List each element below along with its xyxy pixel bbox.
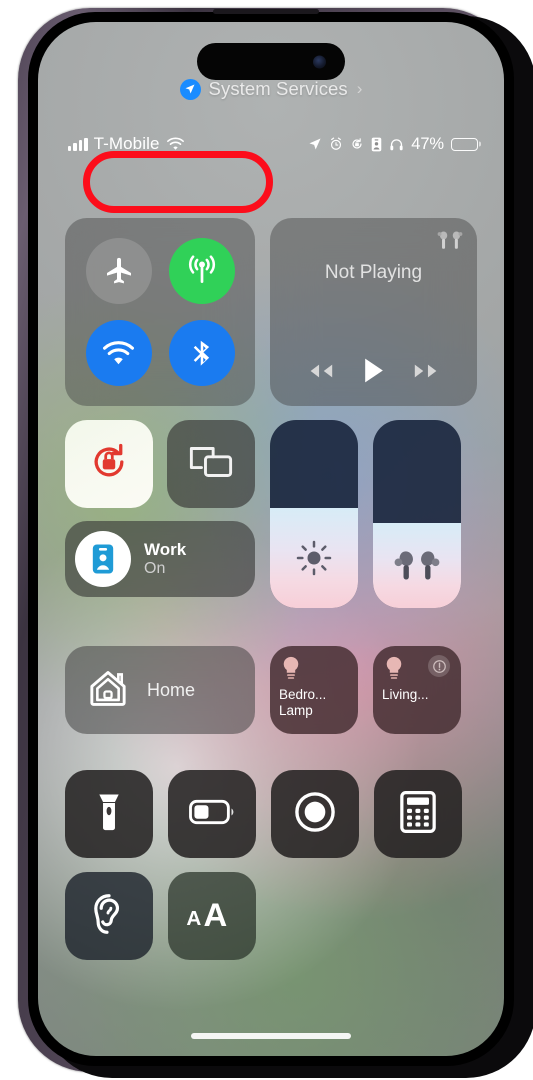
connectivity-module[interactable] bbox=[65, 218, 255, 406]
lightbulb-icon bbox=[383, 655, 405, 688]
hearing-button[interactable] bbox=[65, 872, 153, 960]
rewind-icon[interactable] bbox=[305, 361, 335, 381]
exclamation-icon bbox=[428, 655, 450, 677]
home-label: Home bbox=[147, 679, 196, 700]
rotation-lock-icon bbox=[87, 440, 131, 489]
light-tile-living[interactable]: Living... bbox=[373, 646, 461, 734]
focus-state: On bbox=[144, 559, 166, 577]
text-size-button[interactable]: A A bbox=[168, 872, 256, 960]
cellular-antenna-icon bbox=[185, 254, 219, 288]
earpiece-speaker bbox=[213, 9, 319, 14]
status-bar: T-Mobile 47% bbox=[38, 129, 504, 159]
cc-row-connectivity-media: Not Playing bbox=[65, 218, 477, 406]
media-player-module[interactable]: Not Playing bbox=[270, 218, 477, 406]
cc-row-accessibility: A A bbox=[65, 872, 477, 960]
screenshot-root: System Services › T-Mobile 47% Not Playi… bbox=[0, 0, 533, 1080]
headphones-icon bbox=[389, 137, 404, 152]
brightness-slider[interactable] bbox=[270, 420, 358, 608]
status-bar-left: T-Mobile bbox=[68, 134, 185, 154]
rotation-lock-icon bbox=[350, 137, 364, 151]
screen-mirroring-icon bbox=[188, 444, 234, 485]
airplane-icon bbox=[103, 255, 135, 287]
dynamic-island bbox=[197, 43, 345, 80]
home-icon bbox=[87, 667, 129, 714]
calculator-button[interactable] bbox=[374, 770, 462, 858]
system-services-label: System Services bbox=[208, 78, 348, 99]
media-controls bbox=[270, 357, 477, 384]
cellular-data-button[interactable] bbox=[168, 238, 235, 304]
battery-percent-label: 47% bbox=[411, 134, 444, 153]
hearing-ear-icon bbox=[89, 892, 129, 941]
light-name-line2: Lamp bbox=[279, 703, 313, 719]
svg-text:A: A bbox=[203, 896, 227, 933]
front-camera-icon bbox=[313, 55, 326, 68]
volume-slider[interactable] bbox=[373, 420, 461, 608]
wifi-button[interactable] bbox=[85, 320, 152, 386]
play-icon[interactable] bbox=[362, 357, 385, 384]
focus-work-tile[interactable]: Work On bbox=[65, 521, 255, 597]
screen-recording-button[interactable] bbox=[271, 770, 359, 858]
volume-fill bbox=[373, 523, 461, 608]
calculator-icon bbox=[400, 790, 436, 838]
low-power-mode-button[interactable] bbox=[168, 770, 256, 858]
carrier-label: T-Mobile bbox=[93, 134, 160, 153]
light-name-bedroom: Bedro... Lamp bbox=[279, 687, 352, 720]
screen-record-icon bbox=[294, 791, 336, 838]
lightbulb-icon bbox=[280, 655, 302, 688]
id-card-icon bbox=[75, 531, 131, 587]
battery-icon bbox=[451, 137, 478, 151]
wifi-icon bbox=[166, 137, 185, 151]
id-card-icon bbox=[371, 137, 382, 152]
location-arrow-icon bbox=[308, 137, 322, 151]
fast-forward-icon[interactable] bbox=[412, 361, 442, 381]
light-name-line1: Bedro... bbox=[279, 687, 327, 702]
flashlight-icon bbox=[90, 791, 128, 838]
light-name-living: Living... bbox=[382, 687, 455, 703]
airpods-icon[interactable] bbox=[437, 230, 463, 257]
airpods-icon bbox=[394, 547, 440, 585]
alarm-clock-icon bbox=[329, 137, 343, 151]
rotation-lock-button[interactable] bbox=[65, 420, 153, 508]
chevron-right-icon: › bbox=[356, 79, 363, 98]
focus-title: Work bbox=[144, 539, 187, 559]
wifi-icon bbox=[102, 340, 135, 366]
status-bar-right: 47% bbox=[308, 135, 478, 154]
low-power-battery-icon bbox=[189, 799, 235, 830]
media-title: Not Playing bbox=[324, 262, 423, 283]
cc-row-utilities bbox=[65, 770, 477, 858]
light-name-line1: Living... bbox=[382, 687, 429, 702]
system-services-header[interactable]: System Services › bbox=[38, 78, 504, 100]
svg-text:A: A bbox=[186, 906, 201, 929]
home-indicator[interactable] bbox=[191, 1033, 351, 1039]
control-center: Not Playing Work On Home Bedro... Lamp L… bbox=[65, 218, 477, 960]
airplane-mode-button[interactable] bbox=[85, 238, 152, 304]
bluetooth-icon bbox=[187, 338, 217, 368]
cc-row-toggles-sliders: Work On bbox=[65, 420, 477, 608]
brightness-fill bbox=[270, 508, 358, 608]
screen-mirroring-button[interactable] bbox=[167, 420, 255, 508]
cc-row-home: Home Bedro... Lamp Living... bbox=[65, 646, 477, 734]
text-size-icon: A A bbox=[184, 894, 240, 939]
brightness-sun-icon bbox=[294, 538, 334, 578]
location-arrow-icon bbox=[179, 78, 201, 100]
iphone-screen: System Services › T-Mobile 47% Not Playi… bbox=[38, 22, 504, 1056]
bluetooth-button[interactable] bbox=[168, 320, 235, 386]
flashlight-button[interactable] bbox=[65, 770, 153, 858]
light-tile-bedroom[interactable]: Bedro... Lamp bbox=[270, 646, 358, 734]
home-app-tile[interactable]: Home bbox=[65, 646, 255, 734]
cellular-bars-icon bbox=[68, 137, 88, 151]
